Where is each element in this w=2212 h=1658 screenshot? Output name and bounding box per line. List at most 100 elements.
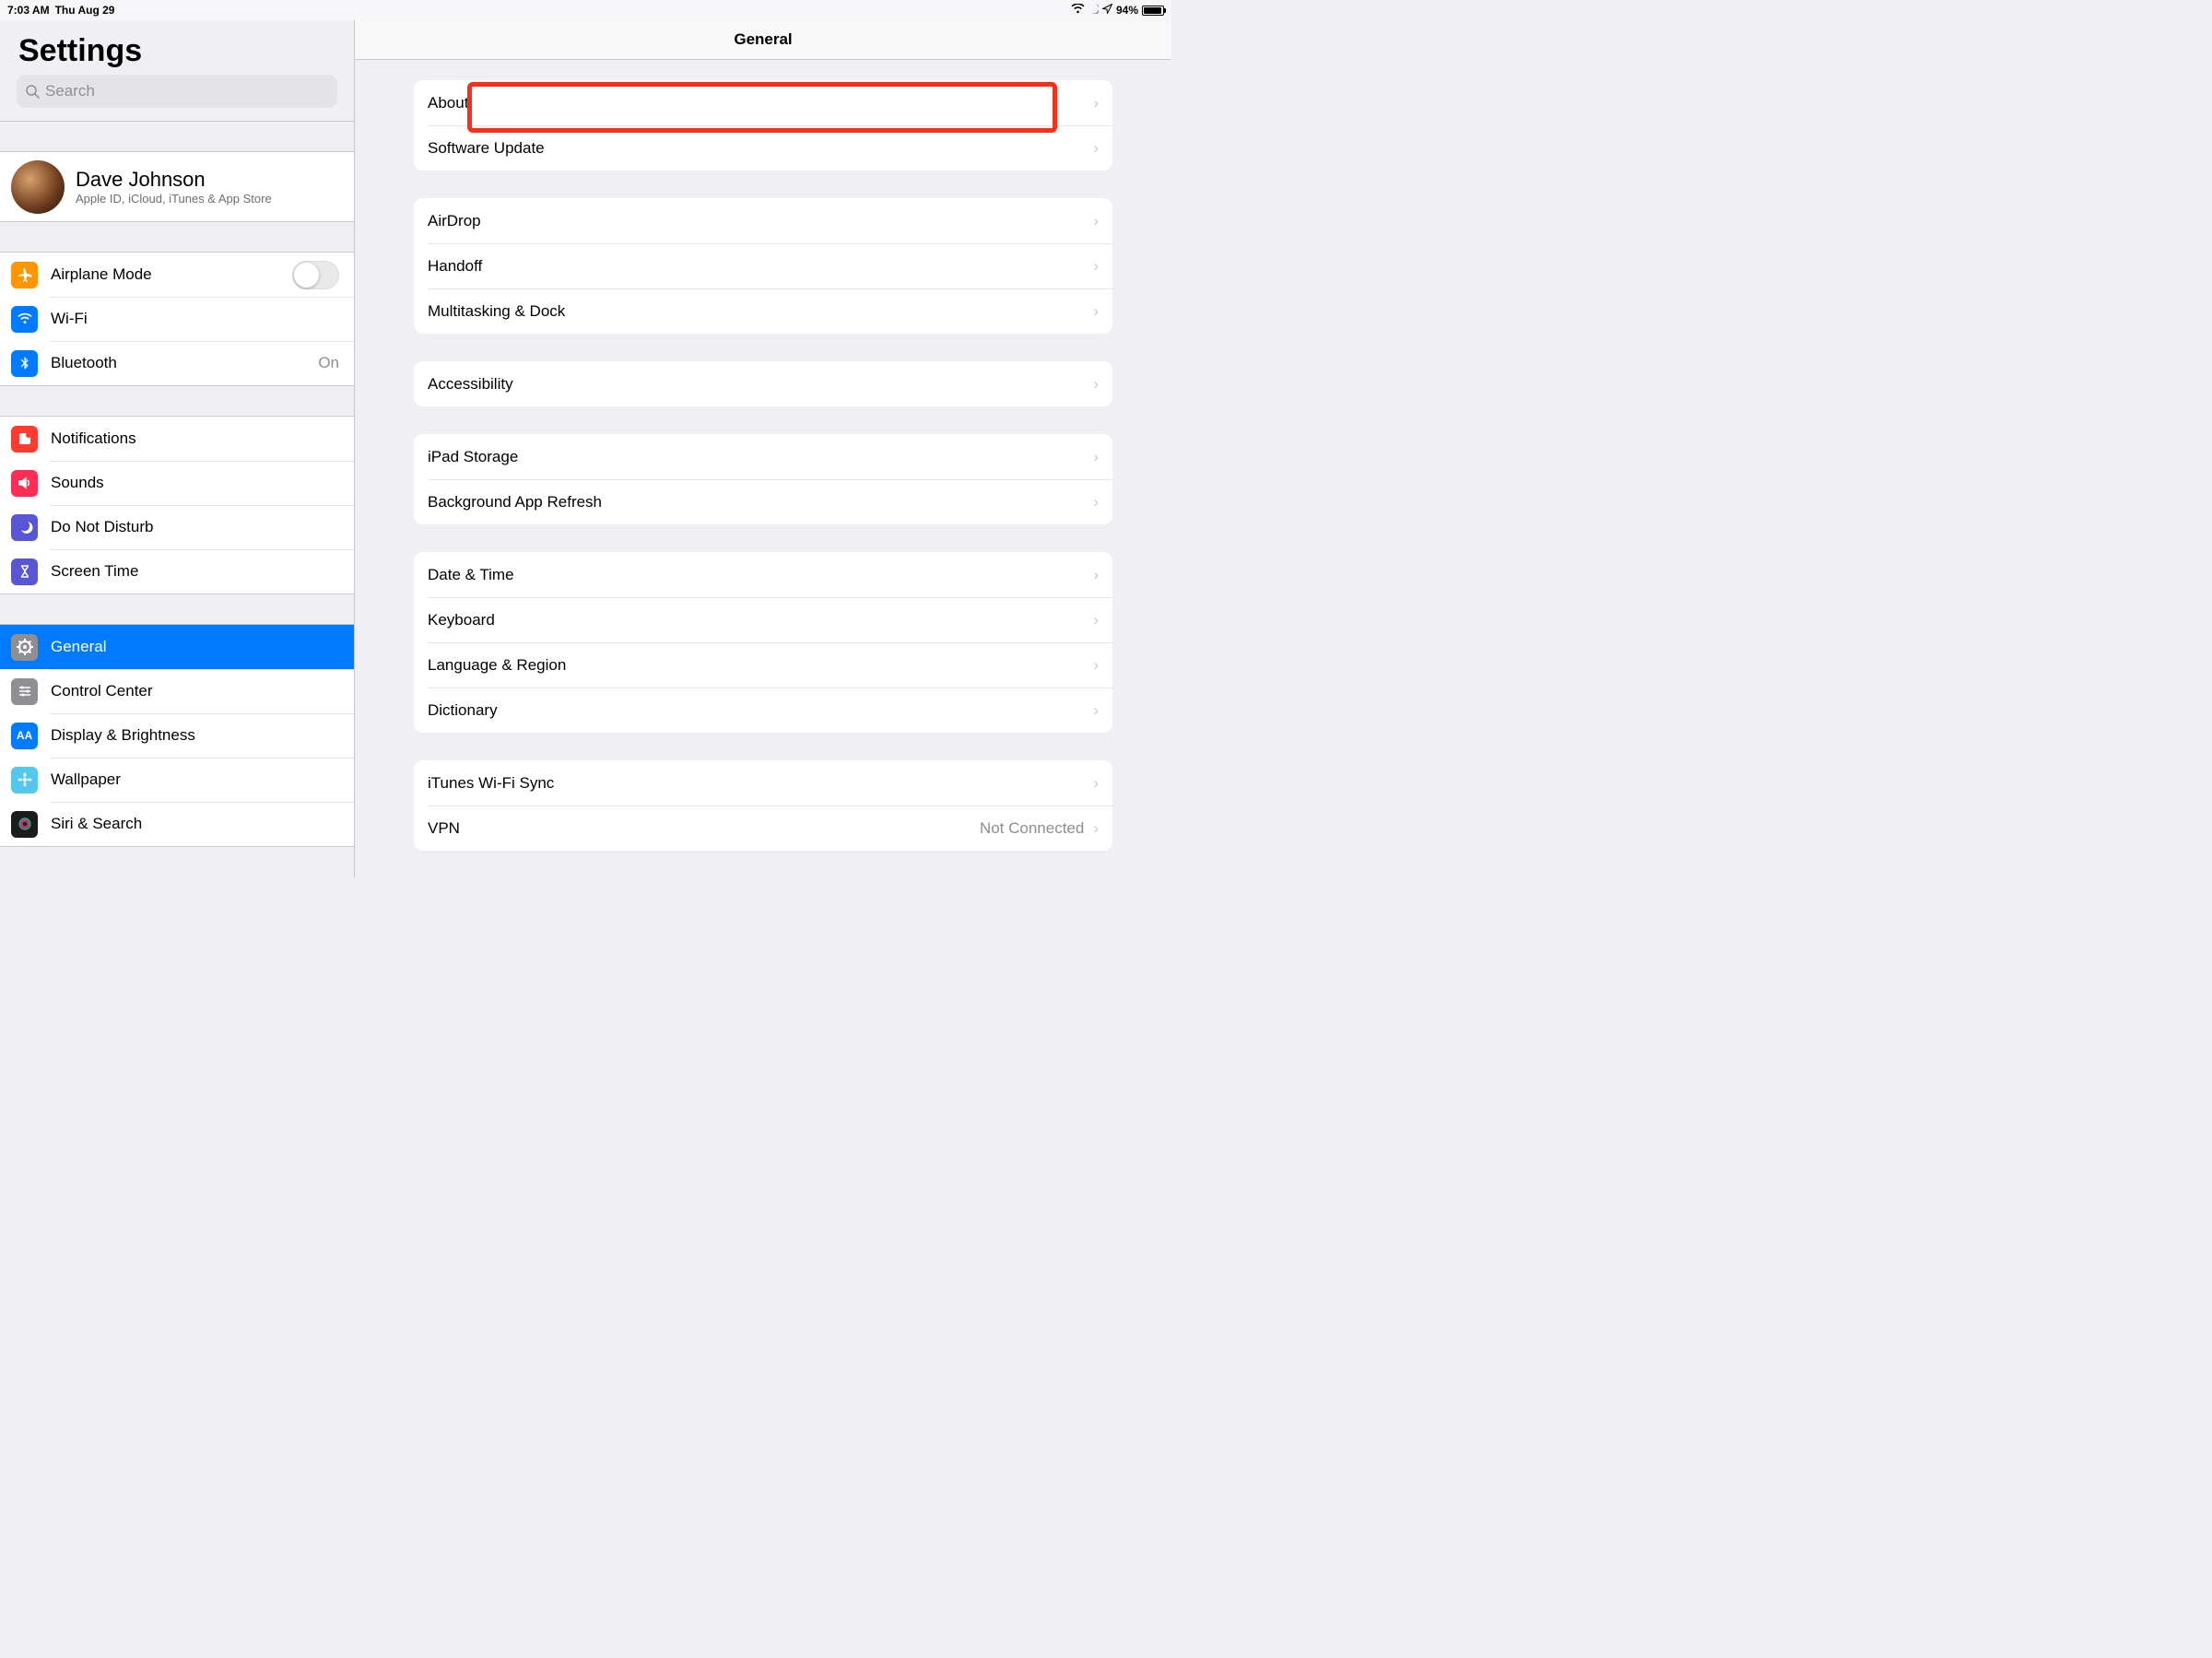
row-software-update[interactable]: Software Update › [414, 125, 1112, 171]
sidebar-label: General [51, 638, 339, 656]
row-label: About [428, 94, 1084, 112]
chevron-right-icon: › [1093, 448, 1099, 466]
bluetooth-icon [11, 350, 38, 377]
status-time: 7:03 AM [7, 4, 50, 17]
sidebar-item-siri[interactable]: Siri & Search [0, 802, 354, 846]
textsize-icon: AA [11, 723, 38, 749]
profile-sub: Apple ID, iCloud, iTunes & App Store [76, 192, 272, 206]
row-keyboard[interactable]: Keyboard › [414, 597, 1112, 642]
sidebar-item-appleid[interactable]: Dave Johnson Apple ID, iCloud, iTunes & … [0, 152, 354, 221]
row-label: iTunes Wi-Fi Sync [428, 774, 1084, 793]
sidebar-label: Bluetooth [51, 354, 318, 372]
sidebar-label: Display & Brightness [51, 726, 339, 745]
row-label: Keyboard [428, 611, 1084, 629]
row-date-time[interactable]: Date & Time› [414, 552, 1112, 597]
notifications-icon [11, 426, 38, 453]
controls-icon [11, 678, 38, 705]
sidebar-label: Notifications [51, 429, 339, 448]
chevron-right-icon: › [1093, 375, 1099, 394]
profile-name: Dave Johnson [76, 168, 272, 192]
row-about[interactable]: About › [414, 80, 1112, 125]
row-label: VPN [428, 819, 980, 838]
row-label: Language & Region [428, 656, 1084, 675]
chevron-right-icon: › [1093, 611, 1099, 629]
bluetooth-status: On [318, 354, 339, 372]
sidebar-item-display[interactable]: AA Display & Brightness [0, 713, 354, 758]
do-not-disturb-icon [1088, 4, 1099, 17]
content-title: General [734, 30, 792, 49]
settings-title: Settings [0, 20, 354, 75]
row-label: Accessibility [428, 375, 1084, 394]
row-label: Multitasking & Dock [428, 302, 1084, 321]
row-dictionary[interactable]: Dictionary › [414, 688, 1112, 733]
sidebar-label: Screen Time [51, 562, 339, 581]
sidebar-item-dnd[interactable]: Do Not Disturb [0, 505, 354, 549]
status-bar: 7:03 AM Thu Aug 29 94% [0, 0, 1171, 20]
wifi-settings-icon [11, 306, 38, 333]
gear-icon [11, 634, 38, 661]
row-accessibility[interactable]: Accessibility › [414, 361, 1112, 406]
sidebar-item-airplane[interactable]: Airplane Mode [0, 253, 354, 297]
search-input[interactable] [45, 82, 328, 100]
row-ipad-storage[interactable]: iPad Storage › [414, 434, 1112, 479]
status-date: Thu Aug 29 [55, 4, 115, 17]
chevron-right-icon: › [1093, 656, 1099, 675]
sidebar-item-general[interactable]: General [0, 625, 354, 669]
siri-icon [11, 811, 38, 838]
row-label: Background App Refresh [428, 493, 1084, 512]
row-vpn[interactable]: VPNNot Connected › [414, 805, 1112, 851]
sidebar-label: Control Center [51, 682, 339, 700]
battery-percent: 94% [1116, 4, 1138, 17]
vpn-status: Not Connected [980, 819, 1084, 838]
chevron-right-icon: › [1093, 212, 1099, 230]
flower-icon [11, 767, 38, 794]
content-pane: General About › Software Update › AirDro… [355, 20, 1171, 877]
row-language-region[interactable]: Language & Region › [414, 642, 1112, 688]
chevron-right-icon: › [1093, 302, 1099, 321]
chevron-right-icon: › [1093, 139, 1099, 158]
sidebar-item-screentime[interactable]: Screen Time [0, 549, 354, 594]
sounds-icon [11, 470, 38, 497]
sidebar-label: Do Not Disturb [51, 518, 339, 536]
row-label: Dictionary [428, 701, 1084, 720]
airplane-toggle[interactable] [292, 261, 339, 289]
row-label: AirDrop [428, 212, 1084, 230]
sidebar-item-controlcenter[interactable]: Control Center [0, 669, 354, 713]
avatar [11, 160, 65, 214]
sidebar-label: Wi-Fi [51, 310, 339, 328]
sidebar-item-wallpaper[interactable]: Wallpaper [0, 758, 354, 802]
chevron-right-icon: › [1093, 701, 1099, 720]
chevron-right-icon: › [1093, 257, 1099, 276]
sidebar-label: Sounds [51, 474, 339, 492]
search-field[interactable] [17, 75, 337, 108]
sidebar-label: Wallpaper [51, 770, 339, 789]
sidebar-item-bluetooth[interactable]: Bluetooth On [0, 341, 354, 385]
moon-icon [11, 514, 38, 541]
sidebar-label: Siri & Search [51, 815, 339, 833]
row-label: Software Update [428, 139, 1084, 158]
search-icon [26, 85, 40, 99]
sidebar-item-sounds[interactable]: Sounds [0, 461, 354, 505]
row-label: iPad Storage [428, 448, 1084, 466]
chevron-right-icon: › [1093, 493, 1099, 512]
sidebar-item-wifi[interactable]: Wi-Fi [0, 297, 354, 341]
row-multitasking[interactable]: Multitasking & Dock › [414, 288, 1112, 334]
content-header: General [355, 20, 1171, 60]
battery-icon [1142, 6, 1164, 16]
sidebar-label: Airplane Mode [51, 265, 292, 284]
row-itunes-wifi-sync[interactable]: iTunes Wi-Fi Sync › [414, 760, 1112, 805]
location-icon [1102, 4, 1112, 17]
row-handoff[interactable]: Handoff › [414, 243, 1112, 288]
row-bg-refresh[interactable]: Background App Refresh › [414, 479, 1112, 524]
chevron-right-icon: › [1093, 94, 1099, 112]
settings-sidebar: Settings Dave Johnson Apple ID, iCloud, … [0, 20, 355, 877]
chevron-right-icon: › [1093, 819, 1099, 838]
sidebar-item-notifications[interactable]: Notifications [0, 417, 354, 461]
row-label: Handoff [428, 257, 1084, 276]
chevron-right-icon: › [1093, 774, 1099, 793]
chevron-right-icon: › [1093, 566, 1099, 584]
row-airdrop[interactable]: AirDrop › [414, 198, 1112, 243]
airplane-icon [11, 262, 38, 288]
hourglass-icon [11, 559, 38, 585]
wifi-icon [1071, 4, 1085, 17]
